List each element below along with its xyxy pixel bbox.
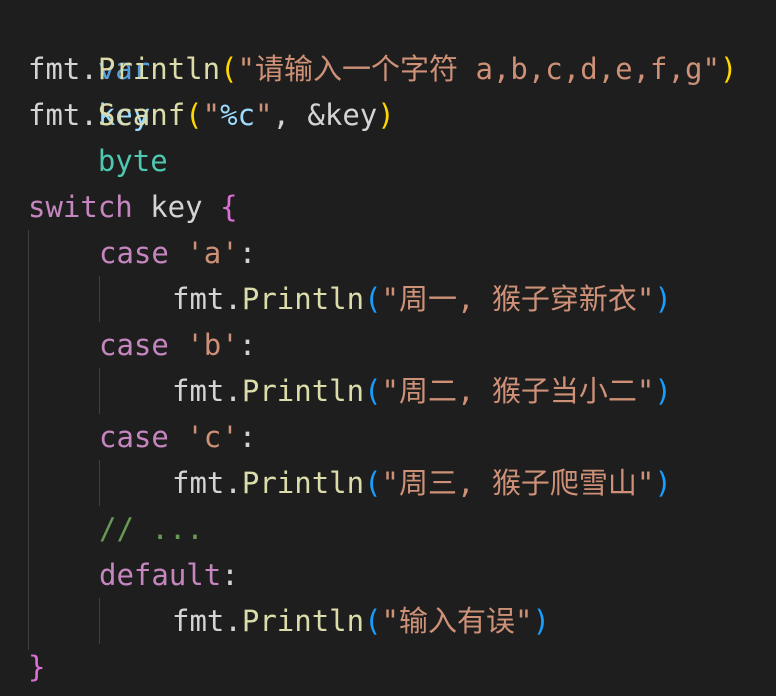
dot: . <box>224 466 242 500</box>
package-fmt: fmt <box>28 52 81 86</box>
paren-open: ( <box>364 466 382 500</box>
dot: . <box>224 282 242 316</box>
code-line-8: case 'b': <box>99 322 256 368</box>
paren-close: ) <box>532 604 550 638</box>
brace-close: } <box>28 650 46 684</box>
rune-literal: 'a' <box>186 236 239 270</box>
rune-literal: 'b' <box>186 328 239 362</box>
colon: : <box>221 558 239 592</box>
paren-open: ( <box>364 604 382 638</box>
string-quote-open: " <box>202 98 221 132</box>
code-line-3: fmt.Scanf("%c", &key) <box>28 92 395 138</box>
function-println: Println <box>241 466 365 500</box>
keyword-switch: switch <box>28 190 133 224</box>
comment: // ... <box>99 512 204 546</box>
code-line-5: switch key { <box>28 184 238 230</box>
paren-close: ) <box>654 374 672 408</box>
paren-open: ( <box>364 282 382 316</box>
indent-guide-default <box>99 598 100 644</box>
string-literal: "周二, 猴子当小二" <box>381 374 655 408</box>
colon: : <box>238 236 257 270</box>
code-line-9: fmt.Println("周二, 猴子当小二") <box>172 368 672 414</box>
brace-open: { <box>220 190 238 224</box>
paren-open: ( <box>364 374 382 408</box>
code-line-13: default: <box>99 552 239 598</box>
colon: : <box>238 328 257 362</box>
function-scanf: Scanf <box>97 98 186 132</box>
string-quote-close: " <box>255 98 273 132</box>
code-line-14: fmt.Println("输入有误") <box>172 598 550 644</box>
indent-guide-switch <box>28 230 29 650</box>
code-line-15: } <box>28 644 45 690</box>
paren-close: ) <box>654 282 672 316</box>
package-fmt: fmt <box>172 604 225 638</box>
code-line-7: fmt.Println("周一, 猴子穿新衣") <box>172 276 672 322</box>
indent-guide-case-c <box>99 460 100 506</box>
function-println: Println <box>241 282 365 316</box>
code-line-6: case 'a': <box>99 230 256 276</box>
code-editor[interactable]: var key byte fmt.Println("请输入一个字符 a,b,c,… <box>0 0 776 696</box>
colon: : <box>238 420 257 454</box>
package-fmt: fmt <box>172 374 225 408</box>
keyword-case: case <box>99 420 169 454</box>
package-fmt: fmt <box>172 466 225 500</box>
indent-guide-case-b <box>99 368 100 414</box>
paren-close: ) <box>654 466 672 500</box>
type-byte: byte <box>97 144 168 178</box>
keyword-case: case <box>99 328 169 362</box>
paren-open: ( <box>220 52 238 86</box>
function-println: Println <box>241 374 365 408</box>
dot: . <box>224 374 242 408</box>
format-verb: %c <box>220 98 256 132</box>
function-println: Println <box>97 52 221 86</box>
dot: . <box>224 604 242 638</box>
package-fmt: fmt <box>28 98 81 132</box>
indent-guide-case-a <box>99 276 100 322</box>
function-println: Println <box>241 604 365 638</box>
rune-literal: 'c' <box>186 420 239 454</box>
paren-close: ) <box>719 52 738 86</box>
code-line-10: case 'c': <box>99 414 256 460</box>
package-fmt: fmt <box>172 282 225 316</box>
dot: . <box>80 52 98 86</box>
string-literal: "周三, 猴子爬雪山" <box>381 466 655 500</box>
keyword-case: case <box>99 236 169 270</box>
code-line-11: fmt.Println("周三, 猴子爬雪山") <box>172 460 672 506</box>
paren-open: ( <box>185 98 203 132</box>
keyword-default: default <box>99 558 222 592</box>
string-literal: "周一, 猴子穿新衣" <box>381 282 655 316</box>
argument-list: , &key <box>272 98 378 132</box>
code-line-12: // ... <box>99 506 204 552</box>
switch-expression: key <box>132 190 221 224</box>
string-literal: "输入有误" <box>381 604 533 638</box>
string-literal: "请输入一个字符 a,b,c,d,e,f,g" <box>237 52 720 86</box>
code-line-1: var key byte <box>28 0 168 178</box>
code-line-2: fmt.Println("请输入一个字符 a,b,c,d,e,f,g") <box>28 46 737 92</box>
dot: . <box>80 98 98 132</box>
paren-close: ) <box>377 98 395 132</box>
